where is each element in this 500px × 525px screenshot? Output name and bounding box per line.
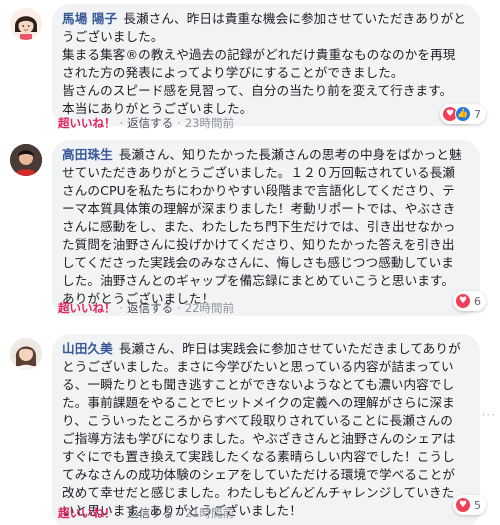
reply-button[interactable]: 返信する: [127, 300, 173, 316]
separator: ·: [177, 506, 181, 520]
comment-text: 長瀬さん、知りたかった長瀬さんの思考の中身をぱかっと魅 せていただきありがとうござ…: [62, 147, 462, 306]
avatar[interactable]: [10, 338, 42, 370]
avatar-photo: [10, 338, 42, 370]
reactions-summary[interactable]: ♥ 5: [453, 495, 486, 515]
comment-actions: 超いいね！ · 返信する · 22時間前: [58, 300, 234, 316]
avatar[interactable]: [10, 144, 42, 176]
reply-button[interactable]: 返信する: [127, 505, 173, 521]
separator: ·: [177, 116, 181, 130]
comment-3: 山田久美 長瀬さん、昨日は実践会に参加させていただきましてありが とうございました。…: [6, 334, 494, 525]
avatar[interactable]: [10, 8, 42, 40]
super-like-button[interactable]: 超いいね！: [58, 505, 116, 521]
commenter-name[interactable]: 山田久美: [62, 341, 113, 356]
comment-actions: 超いいね！ · 返信する · 21時間前: [58, 505, 234, 521]
more-dots-icon[interactable]: ···: [482, 408, 496, 422]
comment-1: 馬場 陽子 長瀬さん、昨日は貴重な機会に参加させていただきありがと うございました。…: [6, 4, 494, 130]
super-like-button[interactable]: 超いいね！: [58, 115, 116, 131]
separator: ·: [177, 301, 181, 315]
avatar-illustration: [10, 8, 42, 40]
commenter-name[interactable]: 馬場 陽子: [62, 11, 117, 26]
avatar-photo: [10, 144, 42, 176]
timestamp[interactable]: 22時間前: [185, 300, 234, 316]
separator: ·: [119, 116, 124, 130]
comment-text: 長瀬さん、昨日は実践会に参加させていただきましてありが とうございました。まさに今…: [62, 341, 461, 518]
heart-icon: ♥: [455, 293, 471, 309]
separator: ·: [119, 301, 124, 315]
comment-text: 長瀬さん、昨日は貴重な機会に参加させていただきありがと うございました。 集まる集客…: [62, 11, 466, 116]
heart-icon: ♥: [455, 497, 471, 513]
reply-button[interactable]: 返信する: [127, 115, 173, 131]
comment-2: 高田珠生 長瀬さん、知りたかった長瀬さんの思考の中身をぱかっと魅 せていただきありが…: [6, 140, 494, 320]
comment-bubble: 馬場 陽子 長瀬さん、昨日は貴重な機会に参加させていただきありがと うございました。…: [52, 4, 480, 126]
timestamp[interactable]: 21時間前: [185, 505, 234, 521]
reactions-summary[interactable]: ♥ 6: [453, 291, 486, 311]
comment-actions: 超いいね！ · 返信する · 23時間前: [58, 115, 234, 131]
thumbs-up-icon: 👍: [455, 106, 471, 122]
reaction-count: 5: [474, 498, 481, 512]
separator: ·: [119, 506, 124, 520]
reactions-summary[interactable]: ♥ 👍 7: [440, 104, 486, 124]
reaction-count: 7: [474, 107, 481, 121]
reaction-count: 6: [474, 294, 481, 308]
timestamp[interactable]: 23時間前: [185, 115, 234, 131]
comment-bubble: 高田珠生 長瀬さん、知りたかった長瀬さんの思考の中身をぱかっと魅 せていただきありが…: [52, 140, 480, 316]
super-like-button[interactable]: 超いいね！: [58, 300, 116, 316]
comment-bubble: 山田久美 長瀬さん、昨日は実践会に参加させていただきましてありが とうございました。…: [52, 334, 480, 525]
commenter-name[interactable]: 高田珠生: [62, 147, 113, 162]
